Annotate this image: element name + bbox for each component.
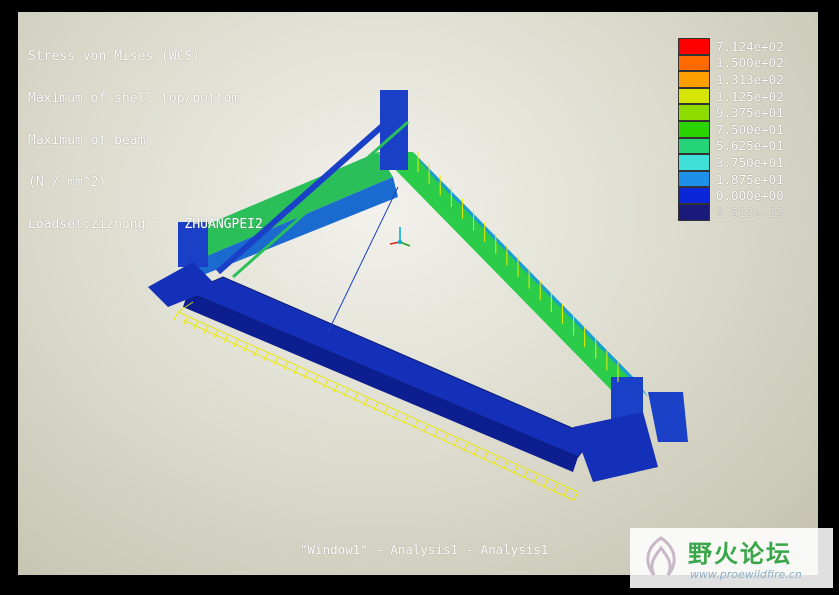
header-line: Stress von Mises (WCS) [28, 49, 201, 64]
legend-label: 1.875e+01 [716, 171, 784, 187]
constraint-arrow [573, 491, 579, 501]
legend-swatch [678, 104, 710, 121]
header-line: (N / mm^2) [28, 175, 107, 190]
constraint-arrow [223, 334, 229, 343]
constraint-arrow [213, 329, 219, 339]
legend-swatch [678, 120, 710, 138]
constraint-arrow [563, 487, 569, 496]
constraint-arrow [493, 455, 499, 465]
legend-min-label: 2.513e-13 [716, 204, 784, 220]
constraint-arrow [553, 482, 559, 492]
fire-logo-icon [646, 536, 676, 576]
constraint-arrow [503, 460, 509, 469]
watermark-url: www.proewildfire.cn [690, 568, 802, 581]
legend-swatch [678, 170, 710, 188]
legend-label: 0.000e+00 [716, 188, 784, 204]
header-line: Maximum of beam [28, 133, 146, 148]
axis-triad [389, 227, 411, 247]
legend-label: 1.500e+02 [716, 55, 784, 71]
header-line: Loadset:zizhong : ZHUANGPEI2 [28, 217, 263, 232]
constraint-arrow [243, 343, 249, 352]
legend-swatch [678, 203, 710, 221]
constraint-arrow [513, 464, 519, 474]
legend-swatch [678, 38, 710, 55]
forum-watermark: 野火论坛 www.proewildfire.cn [630, 528, 833, 588]
legend-label: 1.313e+02 [716, 71, 784, 87]
legend-swatch [678, 154, 710, 171]
constraint-arrow [423, 424, 429, 433]
legend-swatch [678, 137, 710, 155]
legend-label: 1.125e+02 [716, 88, 784, 104]
header-line: Maximum of shell top/bottom [28, 91, 240, 106]
constraint-arrow [403, 415, 409, 424]
constraint-arrow [523, 469, 529, 478]
constraint-arrow [483, 451, 489, 460]
legend-swatch [678, 87, 710, 105]
result-header: Stress von Mises (WCS) Maximum of shell … [28, 22, 263, 260]
window-caption: "Window1" - Analysis1 - Analysis1 [300, 542, 549, 557]
constraint-arrow [473, 446, 479, 456]
constraint-arrow [443, 433, 449, 442]
constraint-arrow [453, 437, 459, 447]
analysis-viewport[interactable]: Stress von Mises (WCS) Maximum of shell … [18, 12, 818, 575]
legend-label: 9.375e+01 [716, 105, 784, 121]
constraint-arrow [543, 478, 549, 487]
constraint-arrow [173, 311, 179, 321]
legend-label: 3.750e+01 [716, 154, 784, 170]
constraint-arrow [413, 419, 419, 429]
legend-swatch [678, 71, 710, 88]
legend-swatch [678, 54, 710, 72]
legend-label: 5.625e+01 [716, 138, 784, 154]
constraint-arrow [533, 473, 539, 483]
legend-label: 7.500e+01 [716, 121, 784, 137]
watermark-title: 野火论坛 [688, 540, 792, 568]
legend-label: 7.124e+02 [716, 38, 784, 54]
constraint-arrow [463, 442, 469, 451]
constraint-arrow [433, 428, 439, 438]
legend-swatch [678, 187, 710, 204]
constraint-arrow [233, 338, 239, 348]
stress-color-legend: 7.124e+02 1.500e+02 1.313e+02 1.125e+02 … [678, 38, 784, 221]
